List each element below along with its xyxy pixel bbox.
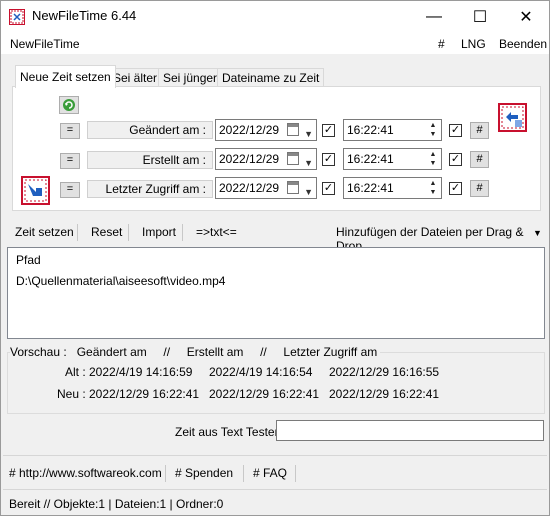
close-icon: ✕ <box>519 8 533 26</box>
hash-button-created[interactable]: # <box>470 151 489 168</box>
checkbox-accessed-date[interactable]: ✓ <box>322 182 335 195</box>
hash-button-accessed[interactable]: # <box>470 180 489 197</box>
preview-neu-accessed: 2022/12/29 16:22:41 <box>329 387 440 401</box>
checkbox-modified-time[interactable]: ✓ <box>449 124 462 137</box>
text-tester-label: Zeit aus Text Tester <box>175 425 279 439</box>
menu-hash[interactable]: # <box>438 37 445 51</box>
label-created: Erstellt am : <box>87 151 213 169</box>
file-list[interactable]: Pfad D:\Quellenmaterial\aiseesoft\video.… <box>7 247 545 339</box>
action-bar: Zeit setzen Reset Import =>txt<= Hinzufü… <box>7 222 545 253</box>
time-spinner-created[interactable]: 16:22:41 ▲ ▼ <box>343 148 442 170</box>
list-item[interactable]: D:\Quellenmaterial\aiseesoft\video.mp4 <box>16 274 225 288</box>
list-header-path[interactable]: Pfad <box>16 253 41 267</box>
file-time-icon <box>498 103 527 132</box>
set-time-button[interactable]: Zeit setzen <box>15 225 74 239</box>
separator <box>128 224 129 241</box>
reset-button[interactable]: Reset <box>91 225 122 239</box>
chevron-down-icon[interactable]: ▼ <box>533 228 542 238</box>
separator <box>243 465 244 482</box>
divider <box>3 455 547 456</box>
label-accessed: Letzter Zugriff am : <box>87 180 213 198</box>
preview-alt-modified: 2022/4/19 14:16:59 <box>89 365 193 379</box>
time-value-created: 16:22:41 <box>347 152 394 166</box>
window-title: NewFileTime 6.44 <box>32 8 137 23</box>
import-button[interactable]: Import <box>142 225 176 239</box>
tab-panel: = Geändert am : 2022/12/29 ▼ ✓ 16:22:41 … <box>12 86 541 211</box>
tab-sei-juenger[interactable]: Sei jünger <box>158 68 223 87</box>
preview-alt-created: 2022/4/19 14:16:54 <box>209 365 313 379</box>
time-value-accessed: 16:22:41 <box>347 181 394 195</box>
status-text: Bereit // Objekte:1 | Dateien:1 | Ordner… <box>9 497 224 511</box>
calendar-icon <box>287 123 299 136</box>
refresh-icon[interactable] <box>59 96 79 114</box>
chevron-down-icon: ▼ <box>304 129 313 139</box>
equal-button-accessed[interactable]: = <box>60 182 80 198</box>
equal-button-created[interactable]: = <box>60 153 80 169</box>
tab-dateiname-zu-zeit[interactable]: Dateiname zu Zeit <box>217 68 325 87</box>
app-window: NewFileTime 6.44 — ☐ ✕ NewFileTime # LNG… <box>0 0 550 516</box>
separator <box>165 465 166 482</box>
minimize-icon: — <box>426 7 442 25</box>
faq-link[interactable]: # FAQ <box>253 466 287 480</box>
maximize-icon: ☐ <box>472 8 488 26</box>
equal-button-modified[interactable]: = <box>60 123 80 139</box>
tab-neue-zeit[interactable]: Neue Zeit setzen <box>15 65 116 88</box>
donate-link[interactable]: # Spenden <box>175 466 233 480</box>
link-bar: # http://www.softwareok.com # Spenden # … <box>3 462 547 484</box>
minimize-button[interactable]: — <box>411 1 457 32</box>
text-tester-input[interactable] <box>276 420 544 441</box>
status-bar: Bereit // Objekte:1 | Dateien:1 | Ordner… <box>1 493 549 515</box>
checkbox-created-date[interactable]: ✓ <box>322 153 335 166</box>
preview-alt-accessed: 2022/12/29 16:16:55 <box>329 365 440 379</box>
preview-frame <box>7 352 545 414</box>
preview-group: Vorschau : Geändert am // Erstellt am //… <box>7 344 545 414</box>
spinner-arrows-icon: ▲ ▼ <box>429 180 437 196</box>
maximize-button[interactable]: ☐ <box>457 1 503 32</box>
calendar-icon <box>287 181 299 194</box>
menu-bar: NewFileTime # LNG Beenden <box>1 32 549 54</box>
chevron-down-icon: ▼ <box>304 187 313 197</box>
preview-legend: Vorschau : Geändert am // Erstellt am //… <box>10 345 381 359</box>
separator <box>295 465 296 482</box>
menu-lng[interactable]: LNG <box>461 37 486 51</box>
preview-neu-label: Neu : <box>57 387 86 401</box>
checkbox-created-time[interactable]: ✓ <box>449 153 462 166</box>
date-value-created: 2022/12/29 <box>219 152 280 166</box>
txt-button[interactable]: =>txt<= <box>196 225 237 239</box>
separator <box>182 224 183 241</box>
label-modified: Geändert am : <box>87 121 213 139</box>
date-value-modified: 2022/12/29 <box>219 123 280 137</box>
menu-app-name[interactable]: NewFileTime <box>10 37 80 51</box>
spinner-arrows-icon: ▲ ▼ <box>429 122 437 138</box>
checkbox-accessed-time[interactable]: ✓ <box>449 182 462 195</box>
time-spinner-accessed[interactable]: 16:22:41 ▲ ▼ <box>343 177 442 199</box>
hash-button-modified[interactable]: # <box>470 122 489 139</box>
time-value-modified: 16:22:41 <box>347 123 394 137</box>
website-link[interactable]: # http://www.softwareok.com <box>9 466 162 480</box>
chevron-down-icon: ▼ <box>304 158 313 168</box>
close-button[interactable]: ✕ <box>503 1 549 32</box>
date-picker-modified[interactable]: 2022/12/29 ▼ <box>215 119 317 141</box>
preview-neu-created: 2022/12/29 16:22:41 <box>209 387 320 401</box>
title-bar: NewFileTime 6.44 — ☐ ✕ <box>1 1 549 32</box>
date-picker-accessed[interactable]: 2022/12/29 ▼ <box>215 177 317 199</box>
tab-sei-aelter[interactable]: Sei älter <box>108 68 163 87</box>
checkbox-modified-date[interactable]: ✓ <box>322 124 335 137</box>
separator <box>77 224 78 241</box>
app-icon <box>9 9 25 25</box>
file-date-icon <box>21 176 50 205</box>
spinner-arrows-icon: ▲ ▼ <box>429 151 437 167</box>
menu-beenden[interactable]: Beenden <box>499 37 547 51</box>
time-spinner-modified[interactable]: 16:22:41 ▲ ▼ <box>343 119 442 141</box>
date-value-accessed: 2022/12/29 <box>219 181 280 195</box>
date-picker-created[interactable]: 2022/12/29 ▼ <box>215 148 317 170</box>
preview-alt-label: Alt : <box>65 365 86 379</box>
divider <box>3 489 547 490</box>
preview-neu-modified: 2022/12/29 16:22:41 <box>89 387 200 401</box>
calendar-icon <box>287 152 299 165</box>
